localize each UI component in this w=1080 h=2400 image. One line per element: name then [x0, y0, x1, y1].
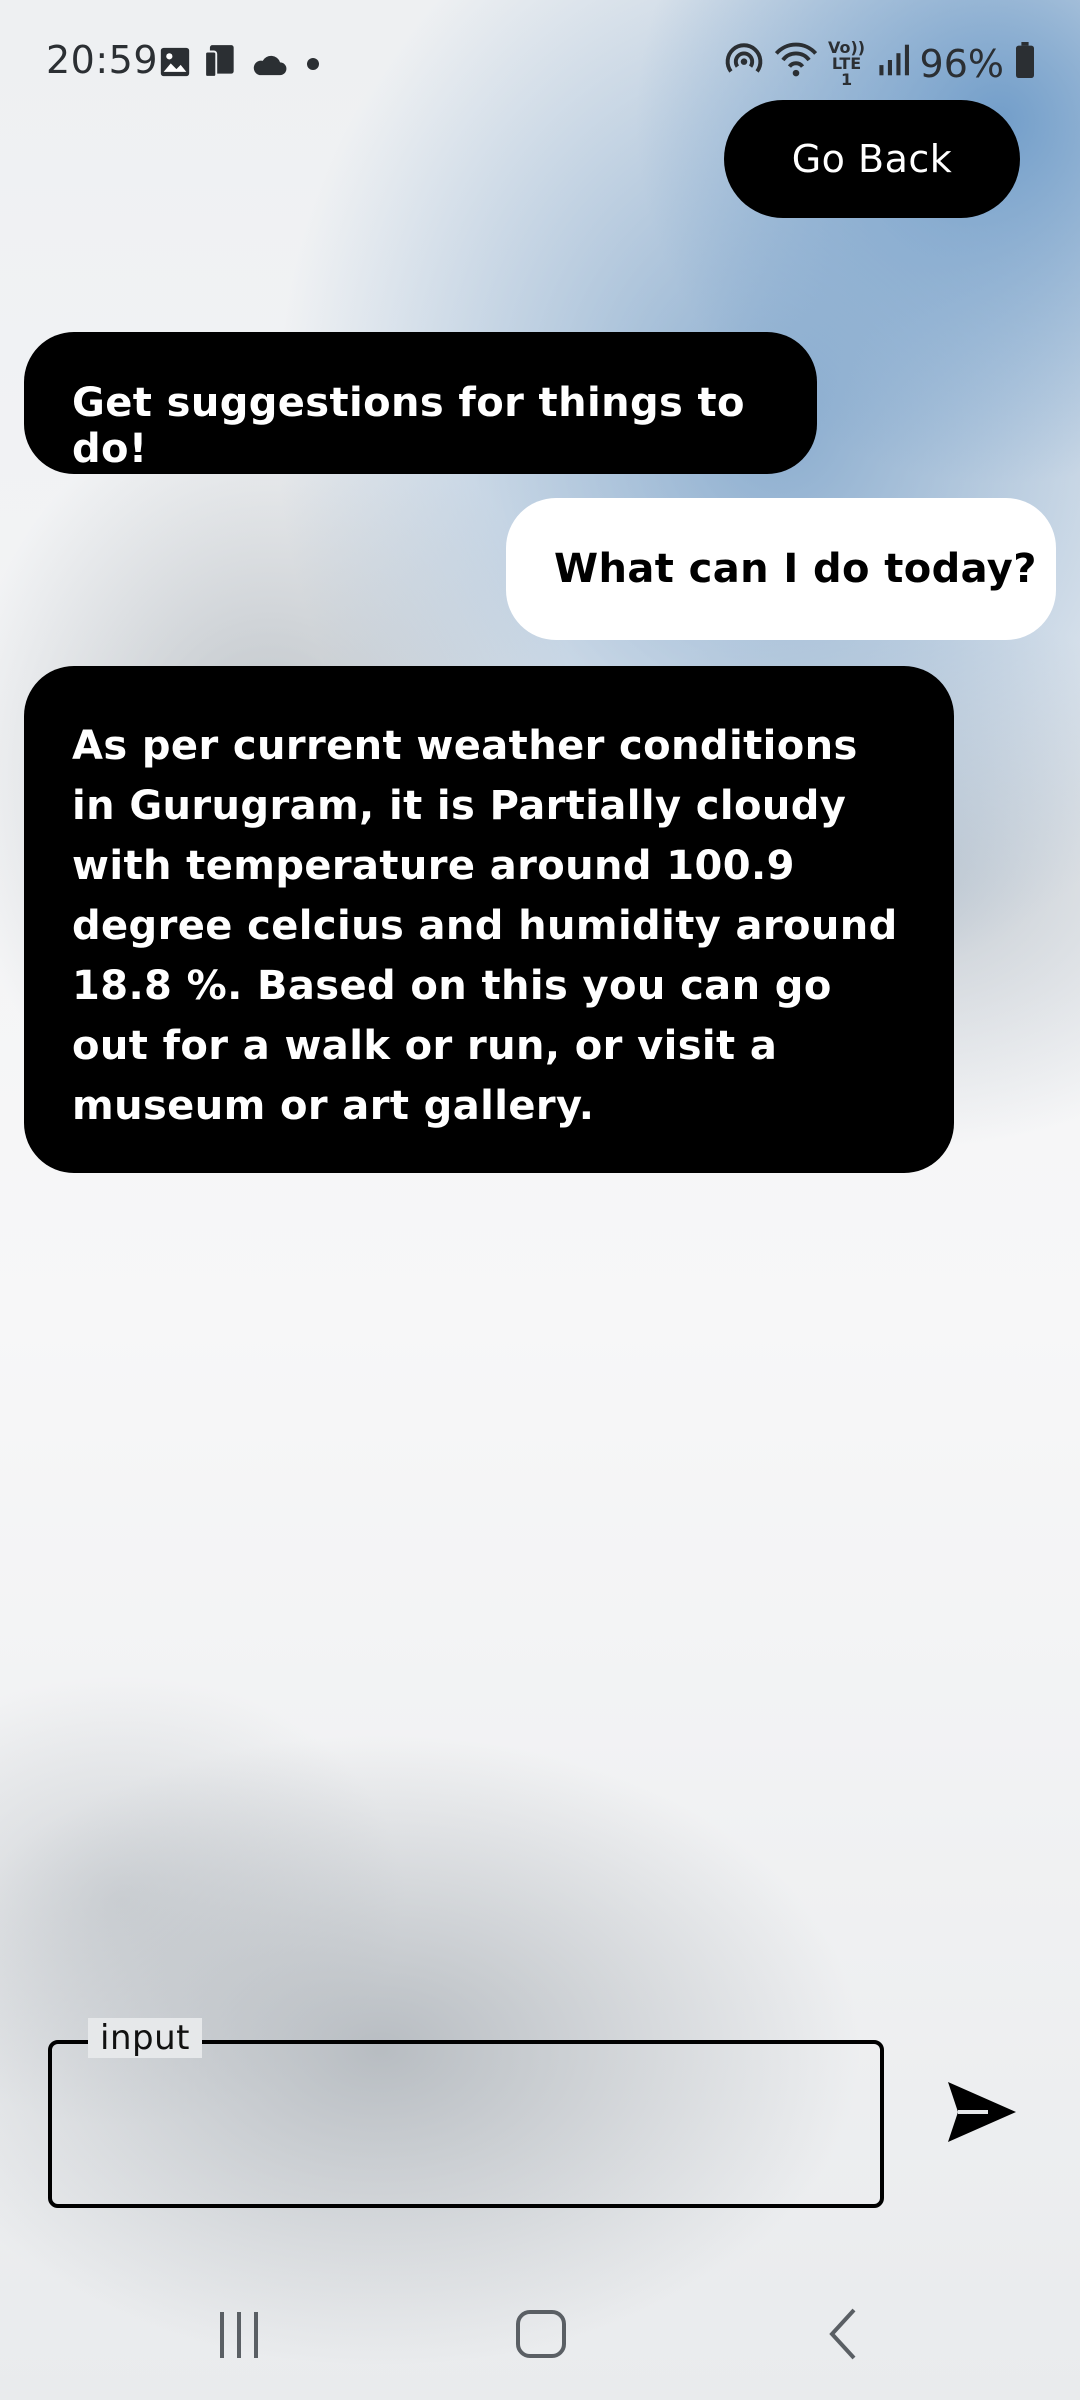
wifi-icon [774, 42, 818, 87]
chat-message-user: What can I do today? [506, 498, 1056, 640]
status-time: 20:59 [46, 38, 159, 82]
chat-message-bot-response: As per current weather conditions in Gur… [24, 666, 954, 1173]
go-back-button[interactable]: Go Back [724, 100, 1020, 218]
dot-icon [298, 44, 328, 88]
message-input-container: input [48, 2018, 884, 2208]
send-button[interactable] [944, 2076, 1020, 2148]
signal-icon [876, 42, 910, 86]
input-label: input [88, 2018, 202, 2058]
cloud-icon [250, 44, 288, 88]
battery-icon [1014, 41, 1036, 87]
back-icon [829, 2308, 856, 2360]
hotspot-icon [724, 42, 764, 87]
send-icon [948, 2082, 1016, 2142]
gallery-icon [158, 44, 192, 88]
status-icons-left [158, 42, 328, 89]
status-icons-right: Vo)) LTE1 96% [724, 40, 1036, 88]
home-button[interactable] [514, 2304, 570, 2364]
chat-message-bot: Get suggestions for things to do! [24, 332, 817, 474]
home-icon [516, 2310, 566, 2358]
recent-apps-button[interactable] [214, 2304, 264, 2364]
system-nav-bar [0, 2270, 1080, 2400]
volte-lte-icon: Vo)) LTE1 [827, 38, 866, 89]
message-input[interactable] [48, 2040, 884, 2208]
battery-percentage: 96% [919, 42, 1004, 86]
back-button[interactable] [824, 2304, 864, 2364]
recent-apps-icon [220, 2312, 258, 2358]
device-icon [202, 42, 240, 89]
